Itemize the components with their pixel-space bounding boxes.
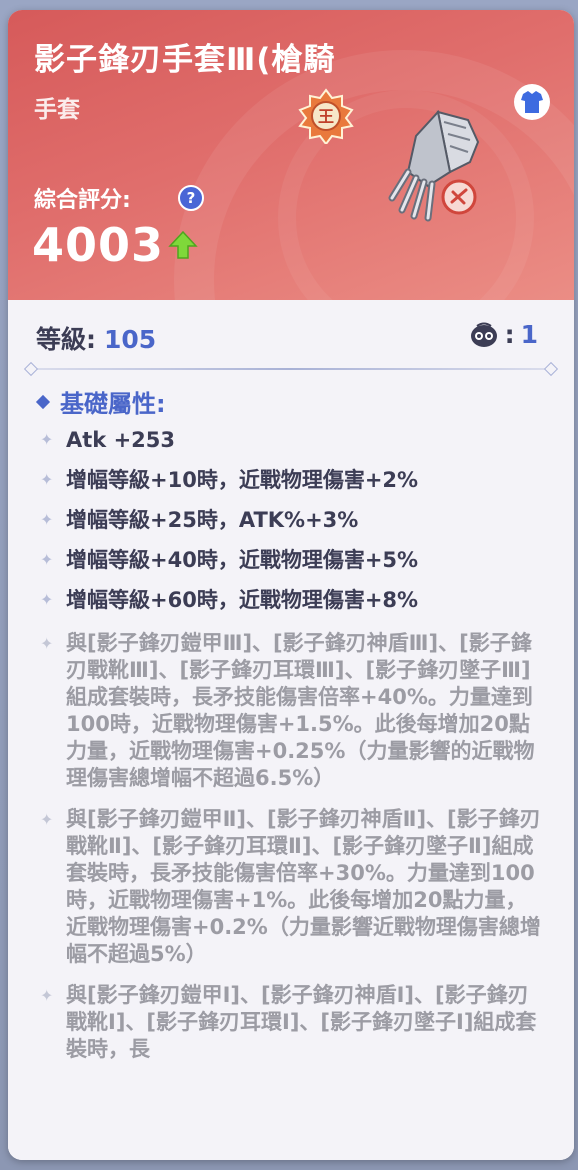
grade-badge-icon: 王: [298, 88, 354, 144]
attribute-item: ✦ 增幅等級+60時，近戰物理傷害+8%: [38, 580, 558, 620]
sparkle-icon: ✦: [40, 634, 54, 653]
attribute-text: 增幅等級+25時，ATK%+3%: [66, 508, 359, 532]
sparkle-icon: ✦: [40, 550, 54, 569]
attribute-item: ✦ 增幅等級+25時，ATK%+3%: [38, 500, 558, 540]
set-bonus-text: 與[影子鋒刃鎧甲Ⅱ]、[影子鋒刃神盾Ⅱ]、[影子鋒刃戰靴Ⅱ]、[影子鋒刃耳環Ⅱ]…: [66, 807, 541, 966]
score-label: 綜合評分:: [34, 188, 131, 213]
attribute-item: ✦ 增幅等級+40時，近戰物理傷害+5%: [38, 540, 558, 580]
sparkle-icon: ✦: [40, 590, 54, 609]
score-up-arrow-icon: [168, 230, 198, 259]
level-value: 105: [104, 325, 157, 354]
sparkle-icon: ✦: [40, 810, 54, 829]
level-label: 等級:: [36, 325, 96, 354]
item-details: 等級: 105 :1 基礎屬性: ✦ Atk +253 ✦ 增幅等級+10時，近戰物理…: [8, 300, 574, 1160]
section-divider: [30, 368, 552, 370]
set-bonus-text: 與[影子鋒刃鎧甲Ⅲ]、[影子鋒刃神盾Ⅲ]、[影子鋒刃戰靴Ⅲ]、[影子鋒刃耳環Ⅲ]…: [66, 631, 535, 790]
attribute-text: 增幅等級+60時，近戰物理傷害+8%: [66, 588, 419, 612]
attribute-list: ✦ Atk +253 ✦ 增幅等級+10時，近戰物理傷害+2% ✦ 增幅等級+25時，…: [38, 420, 558, 1077]
sparkle-icon: ✦: [40, 430, 54, 449]
grade-badge-glyph: 王: [318, 107, 334, 126]
armor-slot-icon: [514, 84, 550, 120]
refine-row: :1: [469, 320, 538, 349]
set-bonus-item: ✦ 與[影子鋒刃鎧甲Ⅰ]、[影子鋒刃神盾Ⅰ]、[影子鋒刃戰靴Ⅰ]、[影子鋒刃耳環Ⅰ…: [38, 982, 546, 1063]
help-icon[interactable]: ?: [178, 185, 204, 211]
sparkle-icon: ✦: [40, 470, 54, 489]
score-value: 4003: [32, 218, 165, 272]
enchant-badge-icon: [441, 179, 477, 215]
diamond-icon: [35, 394, 51, 409]
item-title: 影子鋒刃手套Ⅲ(槍騎: [34, 42, 336, 78]
attribute-text: Atk +253: [66, 428, 175, 452]
sparkle-icon: ✦: [40, 510, 54, 529]
base-attributes-title: 基礎屬性:: [35, 384, 166, 419]
sparkle-icon: ✦: [40, 986, 54, 1005]
refine-separator: :: [504, 320, 515, 349]
refine-icon: [470, 322, 497, 347]
set-bonus-item: ✦ 與[影子鋒刃鎧甲Ⅱ]、[影子鋒刃神盾Ⅱ]、[影子鋒刃戰靴Ⅱ]、[影子鋒刃耳環Ⅱ…: [38, 806, 546, 968]
base-attributes-label: 基礎屬性:: [60, 390, 166, 418]
item-header: 影子鋒刃手套Ⅲ(槍騎 手套 王 綜合評分: ? 4003: [8, 10, 574, 300]
attribute-text: 增幅等級+40時，近戰物理傷害+5%: [66, 548, 419, 572]
set-bonus-text: 與[影子鋒刃鎧甲Ⅰ]、[影子鋒刃神盾Ⅰ]、[影子鋒刃戰靴Ⅰ]、[影子鋒刃耳環Ⅰ]…: [66, 983, 537, 1061]
scroll-fade: [8, 1120, 574, 1160]
attribute-item: ✦ Atk +253: [38, 420, 558, 460]
attribute-item: ✦ 增幅等級+10時，近戰物理傷害+2%: [38, 460, 558, 500]
attribute-text: 增幅等級+10時，近戰物理傷害+2%: [66, 468, 419, 492]
set-bonus-item: ✦ 與[影子鋒刃鎧甲Ⅲ]、[影子鋒刃神盾Ⅲ]、[影子鋒刃戰靴Ⅲ]、[影子鋒刃耳環Ⅲ…: [38, 630, 546, 792]
level-row: 等級: 105: [36, 320, 156, 356]
item-category: 手套: [34, 97, 80, 123]
refine-value: 1: [520, 320, 538, 349]
item-tooltip-card: 影子鋒刃手套Ⅲ(槍騎 手套 王 綜合評分: ? 4003 等級: 105: 1…: [8, 10, 574, 1160]
